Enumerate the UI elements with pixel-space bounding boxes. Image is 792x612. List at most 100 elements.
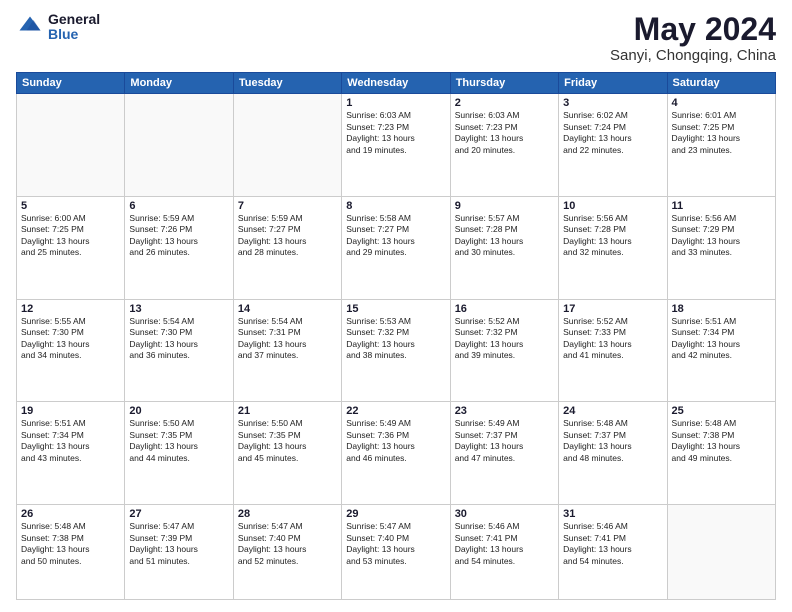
day-number: 12 [21,303,120,315]
col-header-saturday: Saturday [667,73,775,94]
day-number: 8 [346,200,445,212]
day-number: 19 [21,405,120,417]
day-number: 31 [563,508,662,520]
day-number: 7 [238,200,337,212]
day-cell: 12Sunrise: 5:55 AM Sunset: 7:30 PM Dayli… [17,299,125,402]
day-cell: 8Sunrise: 5:58 AM Sunset: 7:27 PM Daylig… [342,196,450,299]
day-info: Sunrise: 5:54 AM Sunset: 7:30 PM Dayligh… [129,316,228,362]
day-number: 21 [238,405,337,417]
day-cell: 5Sunrise: 6:00 AM Sunset: 7:25 PM Daylig… [17,196,125,299]
day-number: 5 [21,200,120,212]
day-info: Sunrise: 5:48 AM Sunset: 7:38 PM Dayligh… [672,418,771,464]
day-number: 9 [455,200,554,212]
week-row-2: 12Sunrise: 5:55 AM Sunset: 7:30 PM Dayli… [17,299,776,402]
main-title: May 2024 [610,12,776,47]
day-cell: 21Sunrise: 5:50 AM Sunset: 7:35 PM Dayli… [233,402,341,505]
col-header-wednesday: Wednesday [342,73,450,94]
day-number: 20 [129,405,228,417]
day-info: Sunrise: 5:46 AM Sunset: 7:41 PM Dayligh… [455,521,554,567]
day-cell [17,94,125,197]
day-info: Sunrise: 5:55 AM Sunset: 7:30 PM Dayligh… [21,316,120,362]
day-cell: 19Sunrise: 5:51 AM Sunset: 7:34 PM Dayli… [17,402,125,505]
week-row-3: 19Sunrise: 5:51 AM Sunset: 7:34 PM Dayli… [17,402,776,505]
calendar-header-row: SundayMondayTuesdayWednesdayThursdayFrid… [17,73,776,94]
day-info: Sunrise: 5:53 AM Sunset: 7:32 PM Dayligh… [346,316,445,362]
day-cell: 6Sunrise: 5:59 AM Sunset: 7:26 PM Daylig… [125,196,233,299]
day-number: 2 [455,97,554,109]
day-info: Sunrise: 5:47 AM Sunset: 7:40 PM Dayligh… [238,521,337,567]
day-cell: 26Sunrise: 5:48 AM Sunset: 7:38 PM Dayli… [17,505,125,600]
week-row-1: 5Sunrise: 6:00 AM Sunset: 7:25 PM Daylig… [17,196,776,299]
day-number: 16 [455,303,554,315]
day-number: 1 [346,97,445,109]
day-info: Sunrise: 5:59 AM Sunset: 7:26 PM Dayligh… [129,213,228,259]
day-cell: 4Sunrise: 6:01 AM Sunset: 7:25 PM Daylig… [667,94,775,197]
day-info: Sunrise: 5:48 AM Sunset: 7:37 PM Dayligh… [563,418,662,464]
day-info: Sunrise: 5:48 AM Sunset: 7:38 PM Dayligh… [21,521,120,567]
col-header-friday: Friday [559,73,667,94]
day-info: Sunrise: 5:56 AM Sunset: 7:28 PM Dayligh… [563,213,662,259]
day-cell: 3Sunrise: 6:02 AM Sunset: 7:24 PM Daylig… [559,94,667,197]
day-cell: 13Sunrise: 5:54 AM Sunset: 7:30 PM Dayli… [125,299,233,402]
day-cell: 25Sunrise: 5:48 AM Sunset: 7:38 PM Dayli… [667,402,775,505]
day-number: 4 [672,97,771,109]
day-info: Sunrise: 5:59 AM Sunset: 7:27 PM Dayligh… [238,213,337,259]
day-cell: 2Sunrise: 6:03 AM Sunset: 7:23 PM Daylig… [450,94,558,197]
col-header-thursday: Thursday [450,73,558,94]
day-cell: 20Sunrise: 5:50 AM Sunset: 7:35 PM Dayli… [125,402,233,505]
day-cell: 23Sunrise: 5:49 AM Sunset: 7:37 PM Dayli… [450,402,558,505]
day-number: 30 [455,508,554,520]
day-number: 13 [129,303,228,315]
day-info: Sunrise: 6:03 AM Sunset: 7:23 PM Dayligh… [346,110,445,156]
day-info: Sunrise: 6:03 AM Sunset: 7:23 PM Dayligh… [455,110,554,156]
day-number: 10 [563,200,662,212]
day-info: Sunrise: 5:52 AM Sunset: 7:32 PM Dayligh… [455,316,554,362]
day-cell: 7Sunrise: 5:59 AM Sunset: 7:27 PM Daylig… [233,196,341,299]
day-cell [125,94,233,197]
day-number: 27 [129,508,228,520]
day-number: 18 [672,303,771,315]
day-number: 11 [672,200,771,212]
day-info: Sunrise: 5:47 AM Sunset: 7:39 PM Dayligh… [129,521,228,567]
day-info: Sunrise: 6:01 AM Sunset: 7:25 PM Dayligh… [672,110,771,156]
day-number: 6 [129,200,228,212]
day-info: Sunrise: 5:51 AM Sunset: 7:34 PM Dayligh… [672,316,771,362]
day-info: Sunrise: 5:49 AM Sunset: 7:36 PM Dayligh… [346,418,445,464]
col-header-tuesday: Tuesday [233,73,341,94]
header: General Blue May 2024 Sanyi, Chongqing, … [16,12,776,64]
day-info: Sunrise: 5:49 AM Sunset: 7:37 PM Dayligh… [455,418,554,464]
day-info: Sunrise: 6:02 AM Sunset: 7:24 PM Dayligh… [563,110,662,156]
day-info: Sunrise: 5:52 AM Sunset: 7:33 PM Dayligh… [563,316,662,362]
day-number: 22 [346,405,445,417]
logo-text: General Blue [48,12,100,43]
day-number: 24 [563,405,662,417]
day-cell: 18Sunrise: 5:51 AM Sunset: 7:34 PM Dayli… [667,299,775,402]
day-cell: 10Sunrise: 5:56 AM Sunset: 7:28 PM Dayli… [559,196,667,299]
day-info: Sunrise: 5:57 AM Sunset: 7:28 PM Dayligh… [455,213,554,259]
col-header-monday: Monday [125,73,233,94]
day-number: 26 [21,508,120,520]
logo-general: General [48,12,100,27]
day-cell: 14Sunrise: 5:54 AM Sunset: 7:31 PM Dayli… [233,299,341,402]
page: General Blue May 2024 Sanyi, Chongqing, … [0,0,792,612]
day-cell: 11Sunrise: 5:56 AM Sunset: 7:29 PM Dayli… [667,196,775,299]
day-info: Sunrise: 5:46 AM Sunset: 7:41 PM Dayligh… [563,521,662,567]
day-number: 28 [238,508,337,520]
week-row-0: 1Sunrise: 6:03 AM Sunset: 7:23 PM Daylig… [17,94,776,197]
day-info: Sunrise: 5:50 AM Sunset: 7:35 PM Dayligh… [238,418,337,464]
week-row-4: 26Sunrise: 5:48 AM Sunset: 7:38 PM Dayli… [17,505,776,600]
day-cell: 29Sunrise: 5:47 AM Sunset: 7:40 PM Dayli… [342,505,450,600]
day-info: Sunrise: 5:47 AM Sunset: 7:40 PM Dayligh… [346,521,445,567]
day-cell: 27Sunrise: 5:47 AM Sunset: 7:39 PM Dayli… [125,505,233,600]
day-cell: 30Sunrise: 5:46 AM Sunset: 7:41 PM Dayli… [450,505,558,600]
day-cell: 28Sunrise: 5:47 AM Sunset: 7:40 PM Dayli… [233,505,341,600]
day-number: 14 [238,303,337,315]
day-number: 15 [346,303,445,315]
col-header-sunday: Sunday [17,73,125,94]
day-info: Sunrise: 5:50 AM Sunset: 7:35 PM Dayligh… [129,418,228,464]
day-cell: 31Sunrise: 5:46 AM Sunset: 7:41 PM Dayli… [559,505,667,600]
day-info: Sunrise: 6:00 AM Sunset: 7:25 PM Dayligh… [21,213,120,259]
calendar-table: SundayMondayTuesdayWednesdayThursdayFrid… [16,72,776,600]
logo-blue: Blue [48,27,100,42]
day-number: 25 [672,405,771,417]
